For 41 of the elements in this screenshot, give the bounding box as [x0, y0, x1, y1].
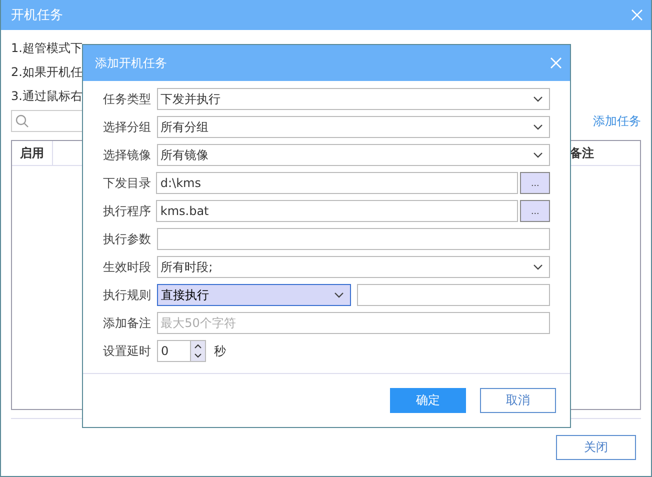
input-field[interactable]: [156, 228, 550, 250]
input-field[interactable]: kms.bat: [156, 200, 518, 222]
field-label: 选择分组: [103, 118, 152, 136]
dialog-title: 添加开机任务: [95, 54, 167, 72]
chevron-down-icon: [533, 264, 543, 270]
dropdown[interactable]: 所有镜像: [156, 144, 550, 166]
browse-button[interactable]: ...: [520, 200, 550, 222]
field-label: 执行规则: [103, 286, 152, 304]
instruction-text: 3.通过鼠标右: [11, 88, 82, 105]
field-label: 设置延时: [103, 342, 152, 360]
instruction-text: 2.如果开机任: [11, 64, 82, 81]
field-label: 下发目录: [103, 174, 152, 192]
close-button[interactable]: 关闭: [556, 435, 636, 460]
chevron-down-icon: [533, 124, 543, 130]
input-field[interactable]: d:\kms: [156, 172, 518, 194]
dropdown[interactable]: 所有时段;: [156, 256, 550, 278]
field-label: 执行参数: [103, 230, 152, 248]
field-label: 生效时段: [103, 258, 152, 276]
search-icon: [15, 114, 29, 128]
chevron-down-icon: [334, 292, 344, 298]
dropdown[interactable]: 所有分组: [156, 116, 550, 138]
dropdown[interactable]: 直接执行: [156, 284, 351, 306]
chevron-down-icon: [533, 152, 543, 158]
chevron-down-icon: [533, 96, 543, 102]
browse-button[interactable]: ...: [520, 172, 550, 194]
unit-label: 秒: [214, 342, 226, 360]
field-label: 添加备注: [103, 314, 152, 332]
input-field[interactable]: [356, 284, 550, 306]
number-field[interactable]: 0: [157, 340, 206, 362]
column-header[interactable]: 启用: [12, 141, 53, 165]
close-icon[interactable]: [550, 57, 562, 69]
spinner-arrows-icon[interactable]: [190, 341, 205, 361]
close-icon[interactable]: [631, 9, 643, 21]
field-label: 选择镜像: [103, 146, 152, 164]
window-title: 开机任务: [11, 7, 63, 24]
cancel-button[interactable]: 取消: [480, 388, 556, 413]
field-label: 任务类型: [103, 90, 152, 108]
instruction-text: 1.超管模式下: [11, 40, 82, 57]
field-label: 执行程序: [103, 202, 152, 220]
dropdown[interactable]: 下发并执行: [156, 88, 550, 110]
input-field[interactable]: 最大50个字符: [156, 312, 550, 334]
